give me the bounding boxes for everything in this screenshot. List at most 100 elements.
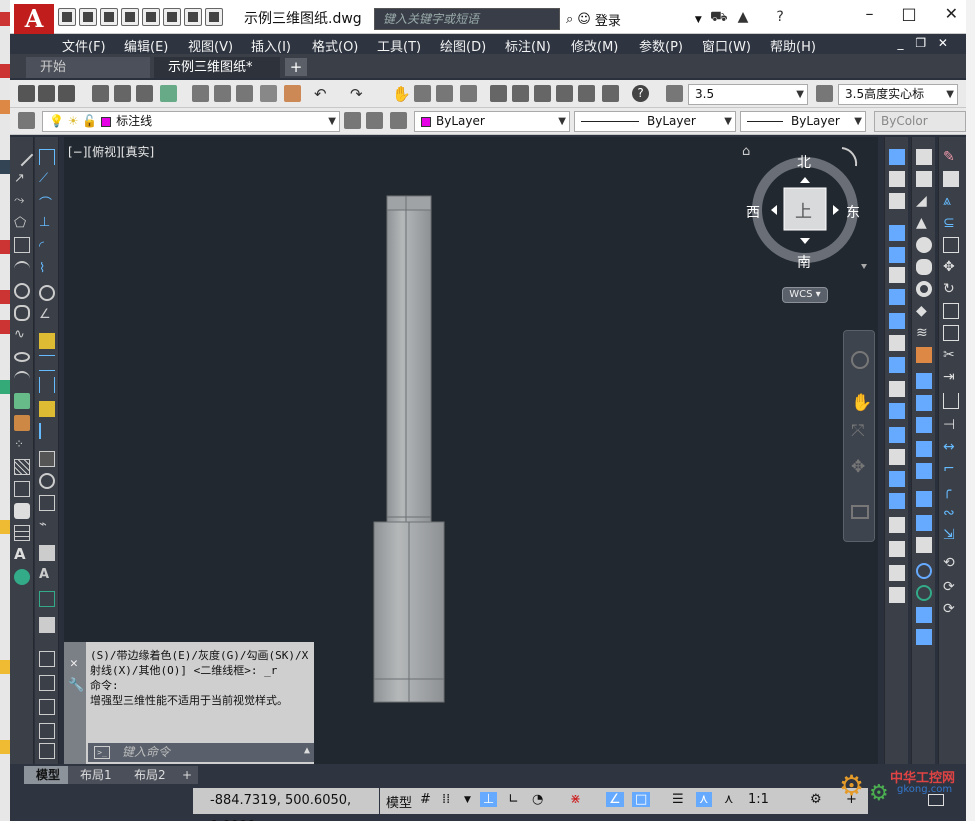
- stretch-icon[interactable]: [943, 325, 959, 341]
- new-file-icon[interactable]: [58, 8, 76, 26]
- move-icon[interactable]: ✥: [943, 259, 959, 275]
- autodesk-app-icon[interactable]: ▲: [738, 9, 749, 27]
- maximize-icon[interactable]: □: [901, 4, 916, 23]
- web-mobile-icon[interactable]: [184, 8, 202, 26]
- workspace-gear-icon[interactable]: ⚙: [810, 792, 822, 807]
- imprint-icon[interactable]: [916, 563, 932, 579]
- jogged-linear-icon[interactable]: ⌁: [39, 517, 55, 533]
- convert-solid-icon[interactable]: [889, 565, 905, 581]
- coil-icon[interactable]: ≋: [916, 325, 932, 341]
- ucs-world-icon[interactable]: [39, 675, 55, 691]
- menu-insert[interactable]: 插入(I): [251, 36, 291, 55]
- layer-select[interactable]: 💡 ☀ 🔓 标注线 ▼: [42, 111, 340, 132]
- publish-icon[interactable]: [136, 85, 153, 102]
- polysolid-icon[interactable]: [889, 149, 905, 165]
- dim-style-toolbar-icon[interactable]: [39, 617, 55, 633]
- region-icon[interactable]: [14, 503, 30, 519]
- thicken-icon[interactable]: [889, 541, 905, 557]
- menu-draw[interactable]: 绘图(D): [440, 36, 486, 55]
- line-icon[interactable]: [10, 143, 34, 167]
- color-face-icon[interactable]: [916, 537, 932, 553]
- menu-edit[interactable]: 编辑(E): [124, 36, 168, 55]
- login-button[interactable]: ⌕ ☺ 登录 ▼: [566, 10, 702, 29]
- 3d-dwf-icon[interactable]: [160, 85, 177, 102]
- dim-text-edit-icon[interactable]: A: [39, 567, 55, 583]
- redo-icon[interactable]: ↷: [350, 85, 367, 103]
- torus-icon[interactable]: [916, 281, 932, 297]
- scale-icon[interactable]: [943, 303, 959, 319]
- slice-icon[interactable]: [889, 493, 905, 509]
- tab-model[interactable]: 模型: [24, 766, 73, 784]
- snap-icon[interactable]: ⁞⁞: [442, 792, 450, 807]
- cylinder-icon[interactable]: [916, 259, 932, 275]
- radius-icon[interactable]: ◜: [39, 239, 55, 255]
- copy-face-icon[interactable]: [916, 515, 932, 531]
- jogged-icon[interactable]: ⌇: [39, 261, 55, 277]
- annotation-visibility-icon[interactable]: ⋏: [696, 792, 712, 807]
- linear-dim-icon[interactable]: [39, 149, 55, 165]
- showmotion-icon[interactable]: [851, 505, 869, 519]
- tab-layout1[interactable]: 布局1: [68, 766, 124, 784]
- isodraft-icon[interactable]: ⋇: [570, 792, 581, 807]
- loft-icon[interactable]: [889, 313, 905, 329]
- delete-face-icon[interactable]: [916, 441, 932, 457]
- lineweight-select[interactable]: ByLayer ▼: [740, 111, 866, 132]
- tab-drawing[interactable]: 示例三维图纸* ×: [154, 57, 280, 96]
- offset-face-icon[interactable]: [916, 417, 932, 433]
- new-icon[interactable]: [18, 85, 35, 102]
- fillet-icon[interactable]: ╭: [943, 483, 959, 499]
- menu-view[interactable]: 视图(V): [188, 36, 233, 55]
- ellipse-arc-icon[interactable]: [14, 371, 30, 387]
- ucs-face-icon[interactable]: [39, 723, 55, 739]
- viewcube-north[interactable]: 北: [797, 152, 811, 172]
- rotate-face-icon[interactable]: [916, 463, 932, 479]
- helix-icon[interactable]: [889, 335, 905, 351]
- add-layout-button[interactable]: +: [176, 766, 199, 784]
- tool-palettes-icon[interactable]: [534, 85, 551, 102]
- autocad-logo[interactable]: A: [14, 4, 54, 34]
- binoculars-icon[interactable]: ⌕: [566, 12, 573, 27]
- layer-previous-icon[interactable]: [366, 112, 383, 129]
- text-height-select[interactable]: 3.5 ▼: [688, 84, 808, 105]
- ellipse-icon[interactable]: [14, 352, 30, 362]
- join-icon[interactable]: ↔: [943, 439, 959, 455]
- ortho-icon[interactable]: ∟: [508, 792, 519, 807]
- polar-tracking-icon[interactable]: ◔: [532, 792, 543, 807]
- break-icon[interactable]: ⊣: [943, 417, 959, 433]
- viewcube-face-top[interactable]: 上: [795, 197, 812, 222]
- menu-parametric[interactable]: 参数(P): [639, 36, 683, 55]
- command-line-window[interactable]: ✕ 🔧 (S)/带边缘着色(E)/灰度(G)/勾画(SK)/X 射线(X)/其他…: [64, 642, 314, 764]
- offset-icon[interactable]: ⊆: [943, 215, 959, 231]
- open-icon[interactable]: [38, 85, 55, 102]
- baseline-icon[interactable]: [39, 355, 55, 371]
- menu-help[interactable]: 帮助(H): [770, 36, 816, 55]
- login-dropdown-icon[interactable]: ▼: [695, 15, 702, 25]
- blend-icon[interactable]: ∾: [943, 505, 959, 521]
- viewcube[interactable]: ⌂ 北 南 西 东 上 WCS ▾: [742, 140, 870, 310]
- diamond-icon[interactable]: ◆: [916, 303, 932, 319]
- make-current-layer-icon[interactable]: [344, 112, 361, 129]
- insert-block-icon[interactable]: [14, 393, 30, 409]
- separate-icon[interactable]: [916, 607, 932, 623]
- plot-icon[interactable]: [142, 8, 160, 26]
- continuous-orbit-icon[interactable]: ⟳: [943, 601, 959, 617]
- menu-modify[interactable]: 修改(M): [571, 36, 618, 55]
- close-command-icon[interactable]: ✕: [70, 656, 78, 671]
- copy-icon[interactable]: [214, 85, 231, 102]
- text-style-icon[interactable]: [666, 85, 683, 102]
- help-toolbar-icon[interactable]: ?: [632, 85, 649, 102]
- union-icon[interactable]: [916, 149, 932, 165]
- viewcube-west[interactable]: 西: [746, 202, 760, 222]
- menu-file[interactable]: 文件(F): [62, 36, 106, 55]
- explode-icon[interactable]: ⇲: [943, 527, 959, 543]
- color-select[interactable]: ByLayer ▼: [414, 111, 570, 132]
- 3d-array-icon[interactable]: [889, 471, 905, 487]
- print-preview-icon[interactable]: [114, 85, 131, 102]
- markup-icon[interactable]: [578, 85, 595, 102]
- zoom-window-icon[interactable]: [436, 85, 453, 102]
- dim-style-icon[interactable]: [816, 85, 833, 102]
- annotation-scale-select[interactable]: 1:1: [748, 792, 769, 807]
- revision-cloud-icon[interactable]: [14, 305, 30, 321]
- presspull-icon[interactable]: [889, 247, 905, 263]
- pan-nav-icon[interactable]: ✋: [851, 393, 872, 413]
